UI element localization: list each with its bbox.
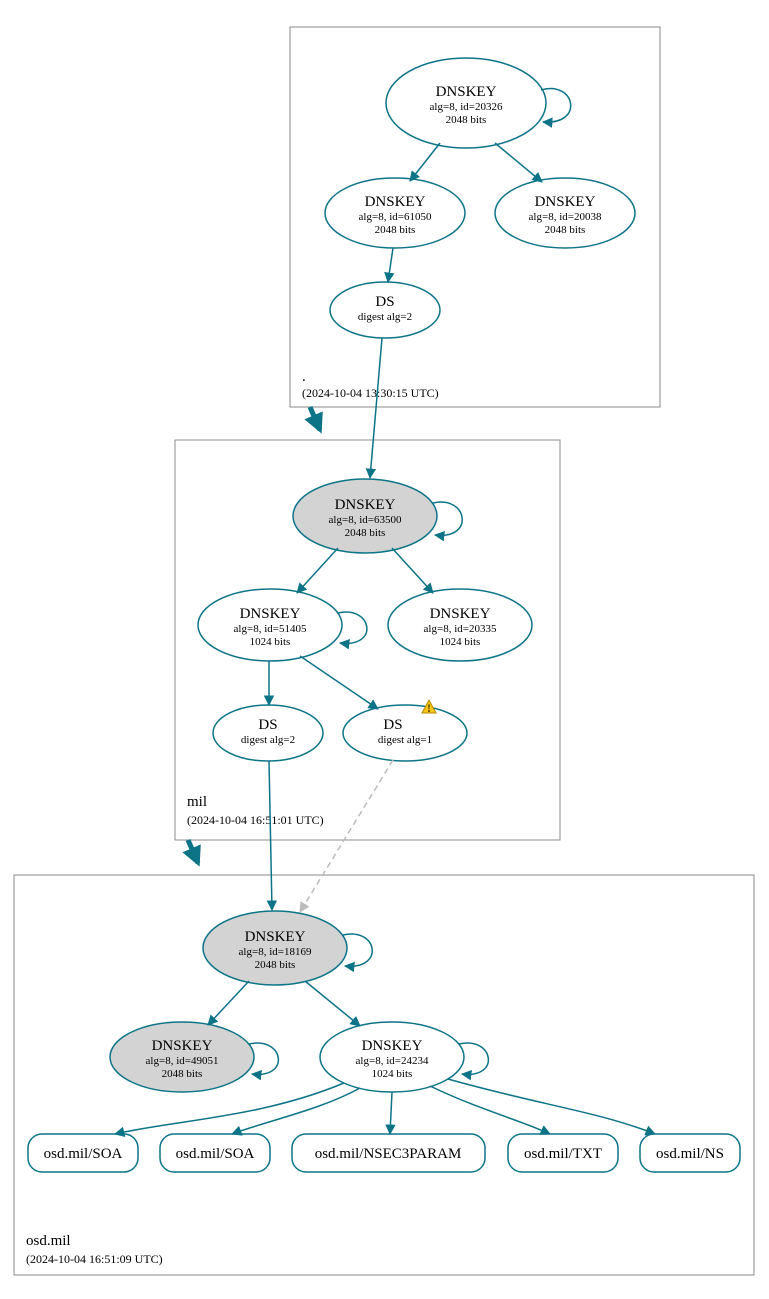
svg-text:alg=8, id=51405: alg=8, id=51405: [234, 623, 307, 635]
node-root-ksk: DNSKEY alg=8, id=20326 2048 bits: [386, 58, 546, 148]
edge-milksk-zsk1: [297, 548, 338, 593]
svg-text:alg=8, id=18169: alg=8, id=18169: [239, 946, 312, 958]
svg-text:alg=8, id=61050: alg=8, id=61050: [359, 211, 432, 223]
svg-text:DNSKEY: DNSKEY: [152, 1038, 213, 1054]
svg-text:DNSKEY: DNSKEY: [245, 929, 306, 945]
svg-text:2048 bits: 2048 bits: [545, 224, 586, 236]
node-root-ds: DS digest alg=2: [330, 282, 440, 338]
edge-rootksk-zsk1: [410, 143, 440, 181]
svg-text:osd.mil/NS: osd.mil/NS: [656, 1146, 724, 1162]
svg-text:osd.mil/SOA: osd.mil/SOA: [176, 1146, 255, 1162]
edge-osdksk-key2: [208, 981, 249, 1025]
node-root-zsk2: DNSKEY alg=8, id=20038 2048 bits: [495, 178, 635, 248]
node-mil-zsk1: DNSKEY alg=8, id=51405 1024 bits: [198, 589, 342, 661]
rr-ns: osd.mil/NS: [640, 1134, 740, 1172]
zone-mil-name: mil: [187, 794, 207, 810]
edge-rootzsk1-ds: [388, 248, 393, 282]
svg-text:osd.mil/TXT: osd.mil/TXT: [524, 1146, 602, 1162]
edge-zsk-txt: [430, 1086, 550, 1134]
svg-text:digest alg=2: digest alg=2: [358, 311, 412, 323]
node-osd-ksk: DNSKEY alg=8, id=18169 2048 bits: [203, 911, 347, 985]
svg-text:osd.mil/SOA: osd.mil/SOA: [44, 1146, 123, 1162]
rr-soa-2: osd.mil/SOA: [160, 1134, 270, 1172]
edge-milds2-osdksk: [300, 760, 393, 912]
svg-text:1024 bits: 1024 bits: [440, 636, 481, 648]
node-mil-ds1: DS digest alg=2: [213, 705, 323, 761]
edge-milzsk1-ds2: [300, 656, 378, 709]
svg-text:2048 bits: 2048 bits: [375, 224, 416, 236]
zone-mil-time: (2024-10-04 16:51:01 UTC): [187, 813, 324, 827]
svg-text:DNSKEY: DNSKEY: [362, 1038, 423, 1054]
edge-rootds-milksk: [370, 338, 382, 478]
svg-text:2048 bits: 2048 bits: [345, 527, 386, 539]
edge-osdksk-zsk: [305, 981, 360, 1026]
rr-nsec3param: osd.mil/NSEC3PARAM: [292, 1134, 485, 1172]
svg-text:DNSKEY: DNSKEY: [436, 84, 497, 100]
svg-text:DNSKEY: DNSKEY: [430, 606, 491, 622]
edge-zone-mil-to-osd: [188, 840, 198, 863]
edge-milksk-zsk2: [392, 548, 433, 593]
svg-text:2048 bits: 2048 bits: [255, 959, 296, 971]
svg-text:alg=8, id=20326: alg=8, id=20326: [430, 101, 503, 113]
node-mil-ksk: DNSKEY alg=8, id=63500 2048 bits: [293, 479, 437, 553]
rr-soa-1: osd.mil/SOA: [28, 1134, 138, 1172]
svg-text:alg=8, id=49051: alg=8, id=49051: [146, 1055, 219, 1067]
svg-text:DS: DS: [383, 717, 402, 733]
svg-text:alg=8, id=24234: alg=8, id=24234: [356, 1055, 429, 1067]
svg-text:osd.mil/NSEC3PARAM: osd.mil/NSEC3PARAM: [315, 1146, 462, 1162]
node-mil-zsk2: DNSKEY alg=8, id=20335 1024 bits: [388, 589, 532, 661]
svg-text:digest alg=2: digest alg=2: [241, 734, 295, 746]
svg-text:2048 bits: 2048 bits: [446, 114, 487, 126]
node-mil-ds2: DS digest alg=1 !: [343, 700, 467, 761]
edge-milds1-osdksk: [269, 761, 272, 910]
svg-text:DNSKEY: DNSKEY: [240, 606, 301, 622]
node-osd-zsk: DNSKEY alg=8, id=24234 1024 bits: [320, 1022, 464, 1092]
svg-text:DS: DS: [375, 294, 394, 310]
svg-text:DNSKEY: DNSKEY: [335, 497, 396, 513]
svg-text:DS: DS: [258, 717, 277, 733]
zone-root-name: .: [302, 369, 306, 385]
zone-root-time: (2024-10-04 13:30:15 UTC): [302, 386, 439, 400]
svg-text:1024 bits: 1024 bits: [372, 1068, 413, 1080]
svg-text:DNSKEY: DNSKEY: [365, 194, 426, 210]
node-osd-key2: DNSKEY alg=8, id=49051 2048 bits: [110, 1022, 254, 1092]
svg-text:digest alg=1: digest alg=1: [378, 734, 432, 746]
svg-text:alg=8, id=63500: alg=8, id=63500: [329, 514, 402, 526]
edge-zsk-nsec: [390, 1092, 392, 1134]
svg-text:1024 bits: 1024 bits: [250, 636, 291, 648]
svg-text:DNSKEY: DNSKEY: [535, 194, 596, 210]
edge-zsk-soa1: [115, 1083, 344, 1134]
zone-osd-name: osd.mil: [26, 1233, 71, 1249]
zone-osd-time: (2024-10-04 16:51:09 UTC): [26, 1252, 163, 1266]
svg-text:!: !: [427, 701, 431, 715]
rr-txt: osd.mil/TXT: [508, 1134, 618, 1172]
node-root-zsk1: DNSKEY alg=8, id=61050 2048 bits: [325, 178, 465, 248]
svg-text:alg=8, id=20038: alg=8, id=20038: [529, 211, 602, 223]
edge-rootksk-zsk2: [495, 143, 542, 182]
svg-text:2048 bits: 2048 bits: [162, 1068, 203, 1080]
edge-zone-root-to-mil: [310, 407, 320, 430]
svg-text:alg=8, id=20335: alg=8, id=20335: [424, 623, 497, 635]
